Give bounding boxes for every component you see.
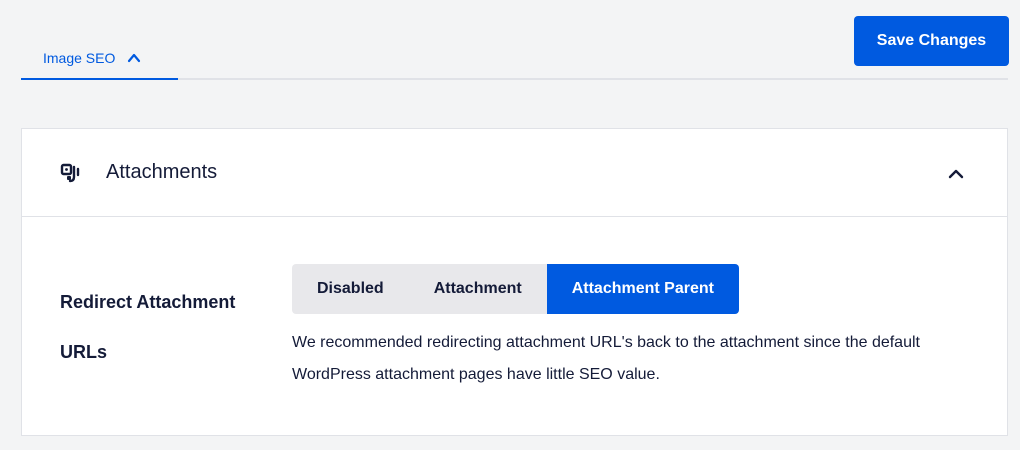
save-changes-button[interactable]: Save Changes [854, 16, 1009, 66]
option-disabled[interactable]: Disabled [292, 264, 409, 314]
tab-label: Image SEO [43, 50, 116, 66]
setting-label: Redirect Attachment URLs [60, 292, 236, 362]
chevron-up-icon [948, 169, 964, 179]
chevron-up-icon [128, 53, 141, 63]
collapse-button[interactable] [945, 163, 967, 185]
tab-image-seo[interactable]: Image SEO [21, 44, 178, 80]
attachments-card: Attachments Redirect Attachment URLs Dis… [21, 128, 1008, 436]
card-header[interactable]: Attachments [22, 129, 1007, 217]
attachment-icon [60, 163, 80, 182]
option-attachment[interactable]: Attachment [408, 264, 547, 314]
option-attachment-parent[interactable]: Attachment Parent [546, 264, 739, 314]
redirect-option-group: Disabled Attachment Attachment Parent [292, 264, 739, 314]
setting-description: We recommended redirecting attachment UR… [292, 334, 920, 383]
card-title: Attachments [106, 161, 218, 183]
